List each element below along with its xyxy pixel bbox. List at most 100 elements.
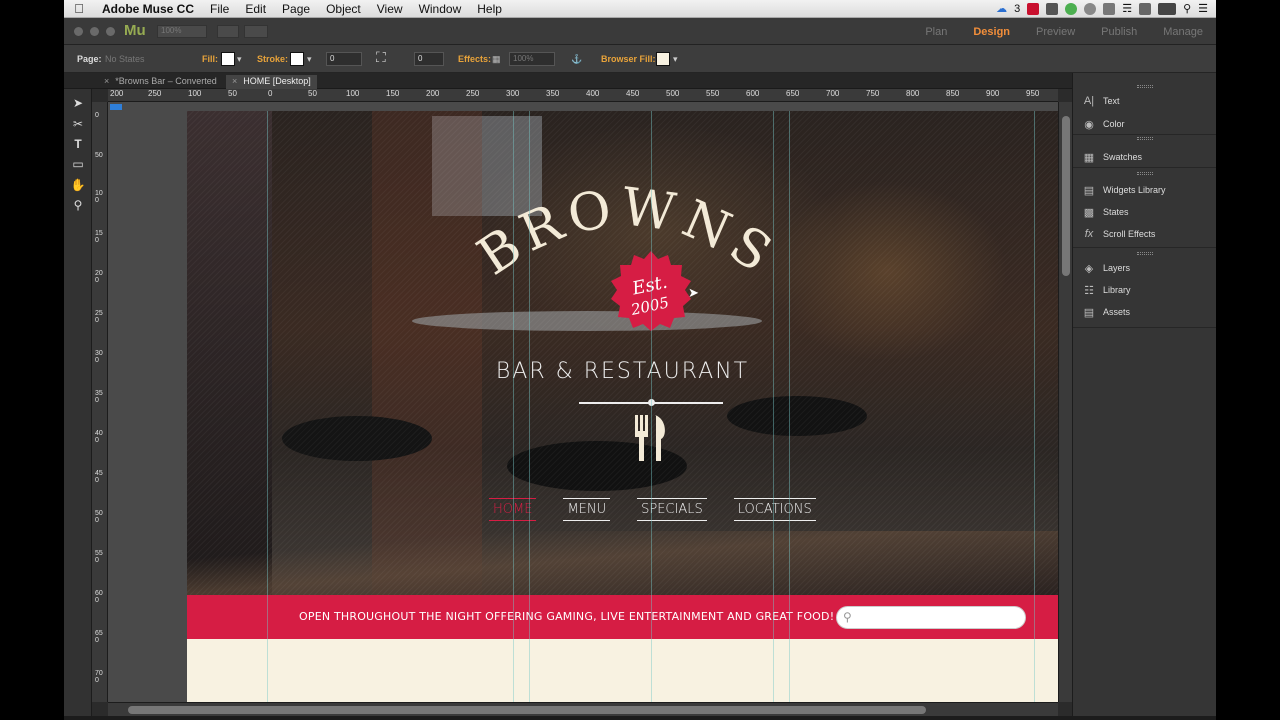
ruler-tick: 50 <box>95 152 103 159</box>
panel-library[interactable]: ☷ Library <box>1081 282 1130 298</box>
menu-edit[interactable]: Edit <box>237 2 274 16</box>
tagline-text[interactable]: OPEN THROUGHOUT THE NIGHT OFFERING GAMIN… <box>299 610 834 623</box>
mode-publish[interactable]: Publish <box>1088 26 1150 38</box>
tab-home-desktop[interactable]: × HOME [Desktop] <box>226 75 317 89</box>
tray-sync-icon[interactable] <box>1065 2 1078 15</box>
panel-widgets-library[interactable]: ▤ Widgets Library <box>1081 182 1166 198</box>
page-marker-icon[interactable] <box>110 104 122 110</box>
menu-help[interactable]: Help <box>469 2 510 16</box>
hero-image[interactable]: BROWNS Est. 2005 BAR & RESTAURANT HOME M… <box>187 111 1058 595</box>
panel-layers[interactable]: ◈ Layers <box>1081 260 1130 276</box>
notification-center-icon[interactable]: ☰ <box>1198 2 1208 15</box>
vertical-scrollbar[interactable] <box>1058 102 1072 702</box>
vertical-ruler[interactable]: 0 50 100 150 200 250 300 350 400 450 500… <box>92 102 108 702</box>
fill-swatch[interactable] <box>221 52 235 66</box>
panel-color[interactable]: ◉ Color <box>1081 116 1124 132</box>
layout-guide[interactable] <box>267 111 268 702</box>
menu-object[interactable]: Object <box>318 2 369 16</box>
layout-guide[interactable] <box>789 111 790 702</box>
stroke-dropdown-icon[interactable]: ▾ <box>307 54 312 65</box>
panel-assets[interactable]: ▤ Assets <box>1081 304 1130 320</box>
creative-cloud-icon[interactable]: ☁ <box>996 2 1007 15</box>
browser-fill-swatch[interactable] <box>656 52 670 66</box>
page-states-dropdown[interactable]: No States <box>105 54 145 64</box>
layout-guide[interactable] <box>651 111 652 702</box>
tray-red-icon[interactable] <box>1027 2 1040 15</box>
menu-file[interactable]: File <box>202 2 237 16</box>
mode-preview[interactable]: Preview <box>1023 26 1088 38</box>
mode-manage[interactable]: Manage <box>1150 26 1216 38</box>
stroke-swatch[interactable] <box>290 52 304 66</box>
fill-label[interactable]: Fill: <box>202 54 218 64</box>
scroll-thumb[interactable] <box>1062 116 1070 276</box>
stroke-label[interactable]: Stroke: <box>257 54 288 64</box>
panel-grip[interactable] <box>1137 85 1153 88</box>
layout-guide[interactable] <box>529 111 530 702</box>
rectangle-tool-icon[interactable]: ▭ <box>70 156 86 172</box>
wifi-icon[interactable]: ☴ <box>1122 2 1132 15</box>
browser-fill-dropdown-icon[interactable]: ▾ <box>673 54 678 65</box>
hand-tool-icon[interactable]: ✋ <box>70 177 86 193</box>
page-label: Page: <box>77 54 102 64</box>
view-mode-icon[interactable] <box>244 25 268 38</box>
mode-design[interactable]: Design <box>960 26 1023 38</box>
window-minimize-icon[interactable] <box>90 27 99 36</box>
menu-window[interactable]: Window <box>411 2 470 16</box>
text-tool-icon[interactable]: T <box>70 136 86 152</box>
scroll-thumb[interactable] <box>128 706 926 714</box>
ruler-tick: 200 <box>95 270 103 284</box>
arrange-icon[interactable] <box>217 25 239 38</box>
time-machine-icon[interactable] <box>1084 2 1097 15</box>
anchor-icon[interactable]: ⚓ <box>571 54 582 65</box>
menu-view[interactable]: View <box>369 2 411 16</box>
volume-icon[interactable] <box>1139 2 1152 15</box>
mode-plan[interactable]: Plan <box>912 26 960 38</box>
swatches-icon: ▦ <box>1083 151 1095 164</box>
zoom-tool-icon[interactable]: ⚲ <box>70 197 86 213</box>
panel-grip[interactable] <box>1137 172 1153 175</box>
panel-grip[interactable] <box>1137 137 1153 140</box>
corner-radius-input[interactable]: 0 <box>414 52 444 66</box>
site-page[interactable]: BROWNS Est. 2005 BAR & RESTAURANT HOME M… <box>187 111 1058 702</box>
spotlight-icon[interactable]: ⚲ <box>1183 2 1191 15</box>
horizontal-scrollbar[interactable] <box>108 702 1058 716</box>
layout-guide[interactable] <box>513 111 514 702</box>
fill-dropdown-icon[interactable]: ▾ <box>237 54 242 65</box>
panel-grip[interactable] <box>1137 252 1153 255</box>
tray-dropbox-icon[interactable] <box>1046 2 1059 15</box>
effects-label[interactable]: Effects: <box>458 54 491 64</box>
nav-specials[interactable]: SPECIALS <box>637 498 707 521</box>
document-tabs: × *Browns Bar – Converted × HOME [Desktop] <box>64 73 1072 89</box>
site-search-input[interactable]: ⚲ <box>836 606 1026 629</box>
stroke-width-input[interactable]: 0 <box>326 52 362 66</box>
zoom-field[interactable]: 100% <box>157 25 207 38</box>
panel-swatches[interactable]: ▦ Swatches <box>1081 149 1142 165</box>
window-zoom-icon[interactable] <box>106 27 115 36</box>
design-canvas[interactable]: BROWNS Est. 2005 BAR & RESTAURANT HOME M… <box>108 102 1058 702</box>
panel-scroll-effects[interactable]: fx Scroll Effects <box>1081 226 1156 242</box>
panel-text[interactable]: A| Text <box>1081 93 1120 109</box>
close-tab-icon[interactable]: × <box>104 76 109 86</box>
tab-browns-bar[interactable]: × *Browns Bar – Converted <box>98 75 223 89</box>
apple-icon[interactable]:  <box>64 1 94 16</box>
nav-locations[interactable]: LOCATIONS <box>733 498 816 521</box>
nav-menu[interactable]: MENU <box>563 498 611 521</box>
effects-icon[interactable]: ▦ <box>492 54 501 65</box>
crop-tool-icon[interactable]: ✂ <box>70 116 86 132</box>
layout-guide[interactable] <box>1034 111 1035 702</box>
corners-icon[interactable]: ⛶ <box>376 49 386 66</box>
site-subtitle[interactable]: BAR & RESTAURANT <box>187 359 1058 384</box>
layout-guide[interactable] <box>773 111 774 702</box>
selection-tool-icon[interactable]: ➤ <box>70 95 86 111</box>
browser-fill-label[interactable]: Browser Fill: <box>601 54 656 64</box>
menu-page[interactable]: Page <box>274 2 318 16</box>
window-close-icon[interactable] <box>74 27 83 36</box>
menu-app-name[interactable]: Adobe Muse CC <box>94 2 202 16</box>
content-area[interactable] <box>187 639 1058 702</box>
battery-icon[interactable] <box>1158 2 1177 15</box>
panel-states[interactable]: ▩ States <box>1081 204 1129 220</box>
close-tab-icon[interactable]: × <box>232 76 237 86</box>
opacity-input[interactable]: 100% <box>509 52 555 66</box>
bluetooth-icon[interactable] <box>1103 2 1116 15</box>
horizontal-ruler[interactable]: 200 250 100 50 0 50 100 150 200 250 300 … <box>108 89 1058 102</box>
